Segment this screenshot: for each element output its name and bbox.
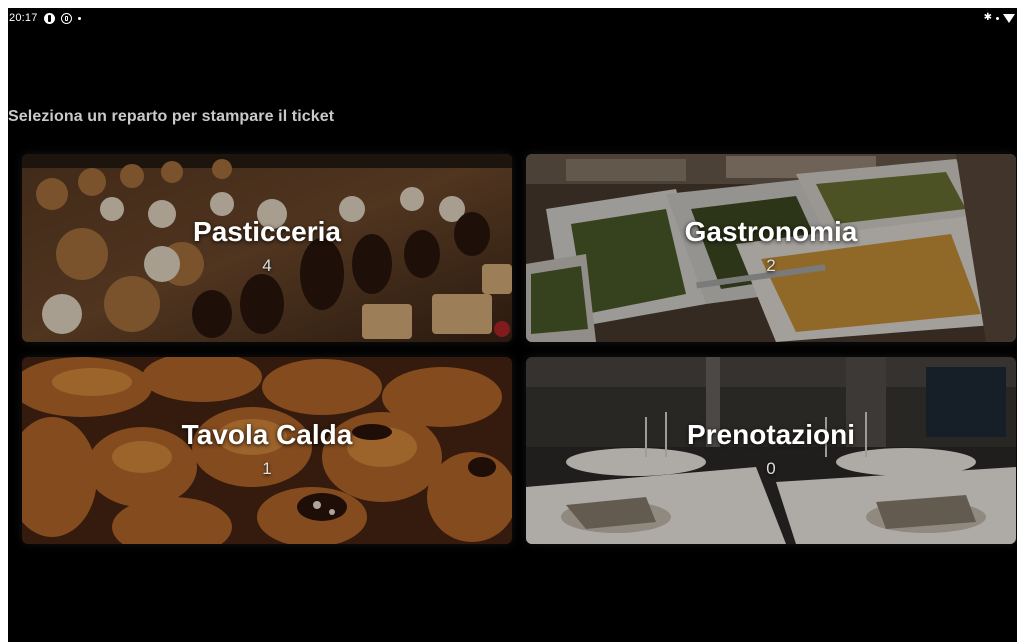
department-tile-tavola-calda[interactable]: Tavola Calda 1: [22, 357, 512, 544]
status-time: 20:17: [9, 12, 38, 24]
tile-count: 1: [262, 459, 272, 478]
wifi-icon: [1003, 14, 1015, 23]
tile-title: Gastronomia: [684, 216, 858, 247]
tile-count: 4: [262, 256, 272, 275]
page-prompt: Seleziona un reparto per stampare il tic…: [8, 108, 335, 125]
tile-count: 2: [766, 256, 776, 275]
status-bar: 20:17 ✱: [8, 8, 1017, 30]
status-left: 20:17: [9, 12, 81, 24]
status-right: ✱: [984, 12, 1015, 24]
tile-shade: [526, 154, 1016, 342]
tile-title: Tavola Calda: [181, 419, 353, 450]
bluetooth-icon: ✱: [983, 12, 992, 23]
app-icon: [60, 12, 72, 24]
tile-shade: [22, 154, 512, 342]
notification-icon: [43, 12, 55, 24]
department-grid: Pasticceria 4 Gastronomia 2 Tavola Calda…: [22, 154, 1016, 546]
screen: 20:17 ✱ Seleziona un reparto per stampar…: [8, 8, 1017, 642]
department-tile-pasticceria[interactable]: Pasticceria 4: [22, 154, 512, 342]
tile-count: 0: [766, 459, 776, 478]
department-tile-gastronomia[interactable]: Gastronomia 2: [526, 154, 1016, 342]
dot-icon: [77, 16, 81, 20]
dot-icon: [996, 16, 999, 20]
department-tile-prenotazioni[interactable]: Prenotazioni 0: [526, 357, 1016, 544]
tile-title: Prenotazioni: [686, 419, 855, 450]
tile-title: Pasticceria: [193, 216, 341, 247]
